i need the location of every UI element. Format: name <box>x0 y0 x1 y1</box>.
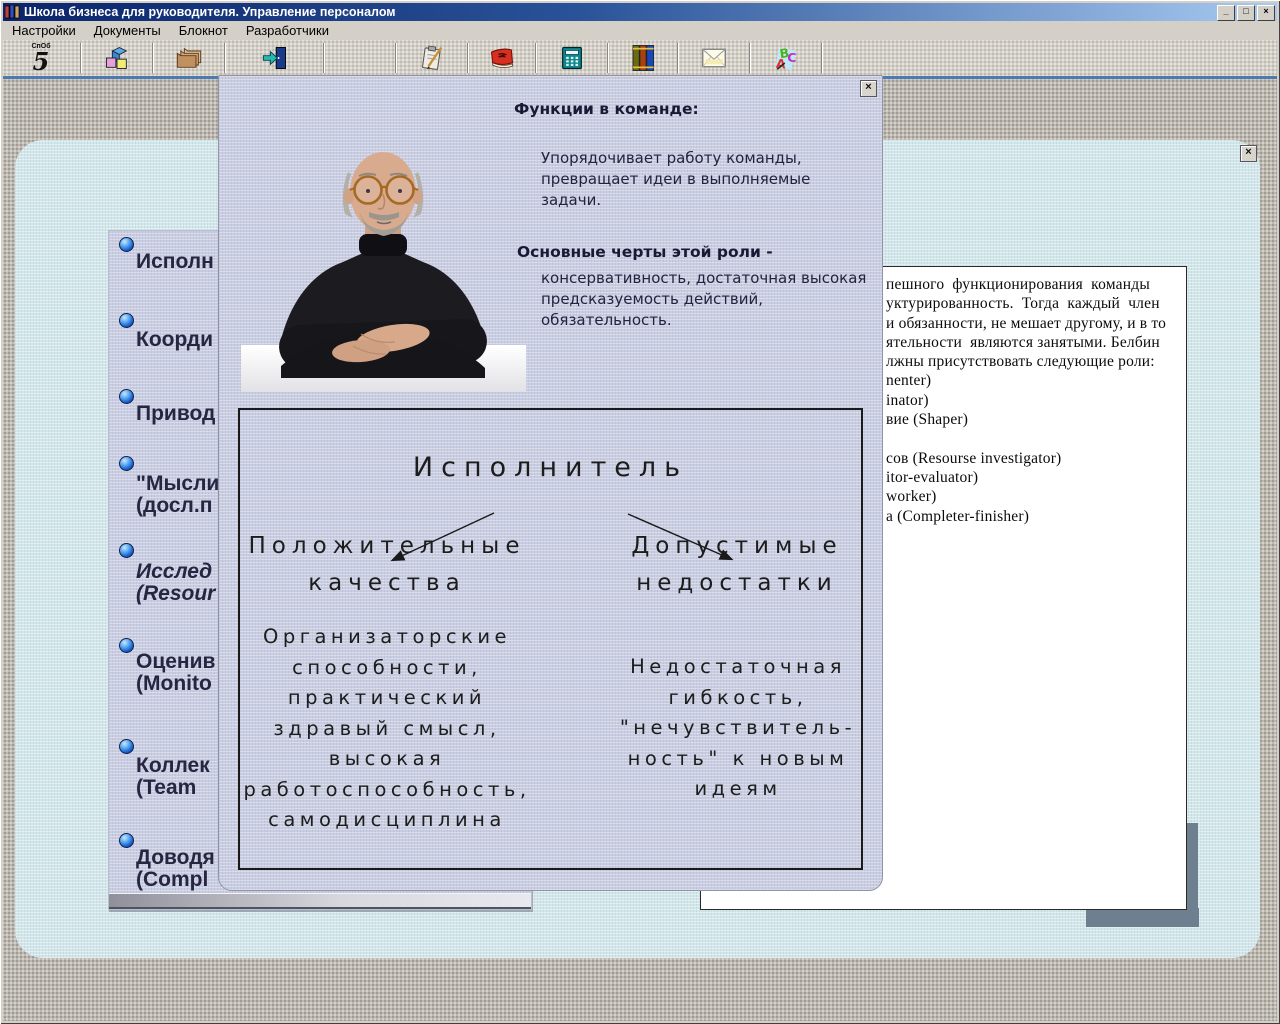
menu-item-settings[interactable]: Настройки <box>3 21 85 40</box>
toolbar-separator <box>535 43 537 73</box>
sphere-bullet-icon <box>119 739 134 754</box>
allowable-weaknesses-text: Недостаточная гибкость, "нечувствитель- … <box>619 655 857 800</box>
role-diagram: Исполнитель Положительные качества Допус… <box>238 408 863 870</box>
toolbar-button-books[interactable] <box>610 40 676 76</box>
toolbar-separator <box>749 43 751 73</box>
role-detail-popup: × Функции в команде: Упорядочивает работ… <box>218 75 883 891</box>
abc-letters-icon: B C A <box>775 45 796 72</box>
document-text: пешного функционирования команды уктурир… <box>886 276 1167 525</box>
toolbar-button-blocks[interactable] <box>83 40 151 76</box>
toolbar: СпОб 5 B C A <box>3 40 1277 76</box>
sphere-bullet-icon <box>119 313 134 328</box>
toolbar-button-calculator[interactable] <box>538 40 606 76</box>
popup-close-button[interactable]: × <box>860 80 877 97</box>
toolbar-separator <box>677 43 679 73</box>
menu-bar: Настройки Документы Блокнот Разработчики <box>3 21 1277 40</box>
traits-heading: Основные черты этой роли - <box>517 243 773 261</box>
calculator-icon <box>562 46 582 70</box>
toolbar-separator <box>607 43 609 73</box>
toolbar-separator <box>467 43 469 73</box>
toolbar-button-folders[interactable] <box>155 40 223 76</box>
sphere-bullet-icon <box>119 456 134 471</box>
mail-icon <box>702 48 726 68</box>
page-shadow <box>1086 908 1199 927</box>
toolbar-button-mail[interactable] <box>680 40 748 76</box>
positive-qualities-heading: Положительные качества <box>248 533 526 596</box>
sphere-bullet-icon <box>119 237 134 252</box>
functions-text: Упорядочивает работу команды, превращает… <box>541 149 811 209</box>
toolbar-separator <box>323 43 325 73</box>
maximize-button[interactable]: □ <box>1237 5 1255 21</box>
functions-heading: Функции в команде: <box>514 100 699 118</box>
toolbar-separator <box>395 43 397 73</box>
folders-icon <box>176 47 202 68</box>
menu-item-documents[interactable]: Документы <box>85 21 170 40</box>
toolbar-button-abc[interactable]: B C A <box>752 40 820 76</box>
traits-text: консервативность, достаточная высокая пр… <box>541 269 867 329</box>
sphere-bullet-icon <box>119 638 134 653</box>
menu-item-notebook[interactable]: Блокнот <box>170 21 237 40</box>
toolbar-button-red-book[interactable] <box>470 40 534 76</box>
toolbar-separator <box>224 43 226 73</box>
toolbar-button-empty[interactable] <box>326 40 394 76</box>
toolbar-button-exit[interactable] <box>227 40 322 76</box>
books-icon <box>632 45 655 71</box>
toolbar-button-school-logo[interactable]: СпОб 5 <box>3 40 79 76</box>
svg-text:C: C <box>787 50 796 65</box>
sphere-bullet-icon <box>119 833 134 848</box>
portrait-photo <box>241 152 526 392</box>
title-bar: Школа бизнеса для руководителя. Управлен… <box>3 3 1277 21</box>
allowable-weaknesses-heading: Допустимые недостатки <box>631 533 843 596</box>
toolbar-separator <box>80 43 82 73</box>
menu-item-developers[interactable]: Разработчики <box>237 21 338 40</box>
blocks-icon <box>106 46 128 69</box>
exit-door-icon <box>262 47 286 69</box>
clipboard-icon <box>422 45 443 70</box>
sphere-bullet-icon <box>119 389 134 404</box>
positive-qualities-text: Организаторские способности, практически… <box>243 625 531 831</box>
toolbar-separator <box>152 43 154 73</box>
app-window: Школа бизнеса для руководителя. Управлен… <box>0 0 1280 1024</box>
sphere-bullet-icon <box>119 543 134 558</box>
role-panel-scrollbar[interactable] <box>109 893 531 909</box>
toolbar-button-clipboard[interactable] <box>398 40 466 76</box>
window-title: Школа бизнеса для руководителя. Управлен… <box>24 5 396 19</box>
red-book-icon <box>490 48 514 69</box>
minimize-button[interactable]: _ <box>1217 5 1235 21</box>
app-books-icon <box>5 5 20 19</box>
content-panel-close-button[interactable]: × <box>1240 145 1257 162</box>
close-button[interactable]: × <box>1257 5 1275 21</box>
toolbar-separator <box>821 43 823 73</box>
school-logo-icon: СпОб 5 <box>31 43 51 76</box>
